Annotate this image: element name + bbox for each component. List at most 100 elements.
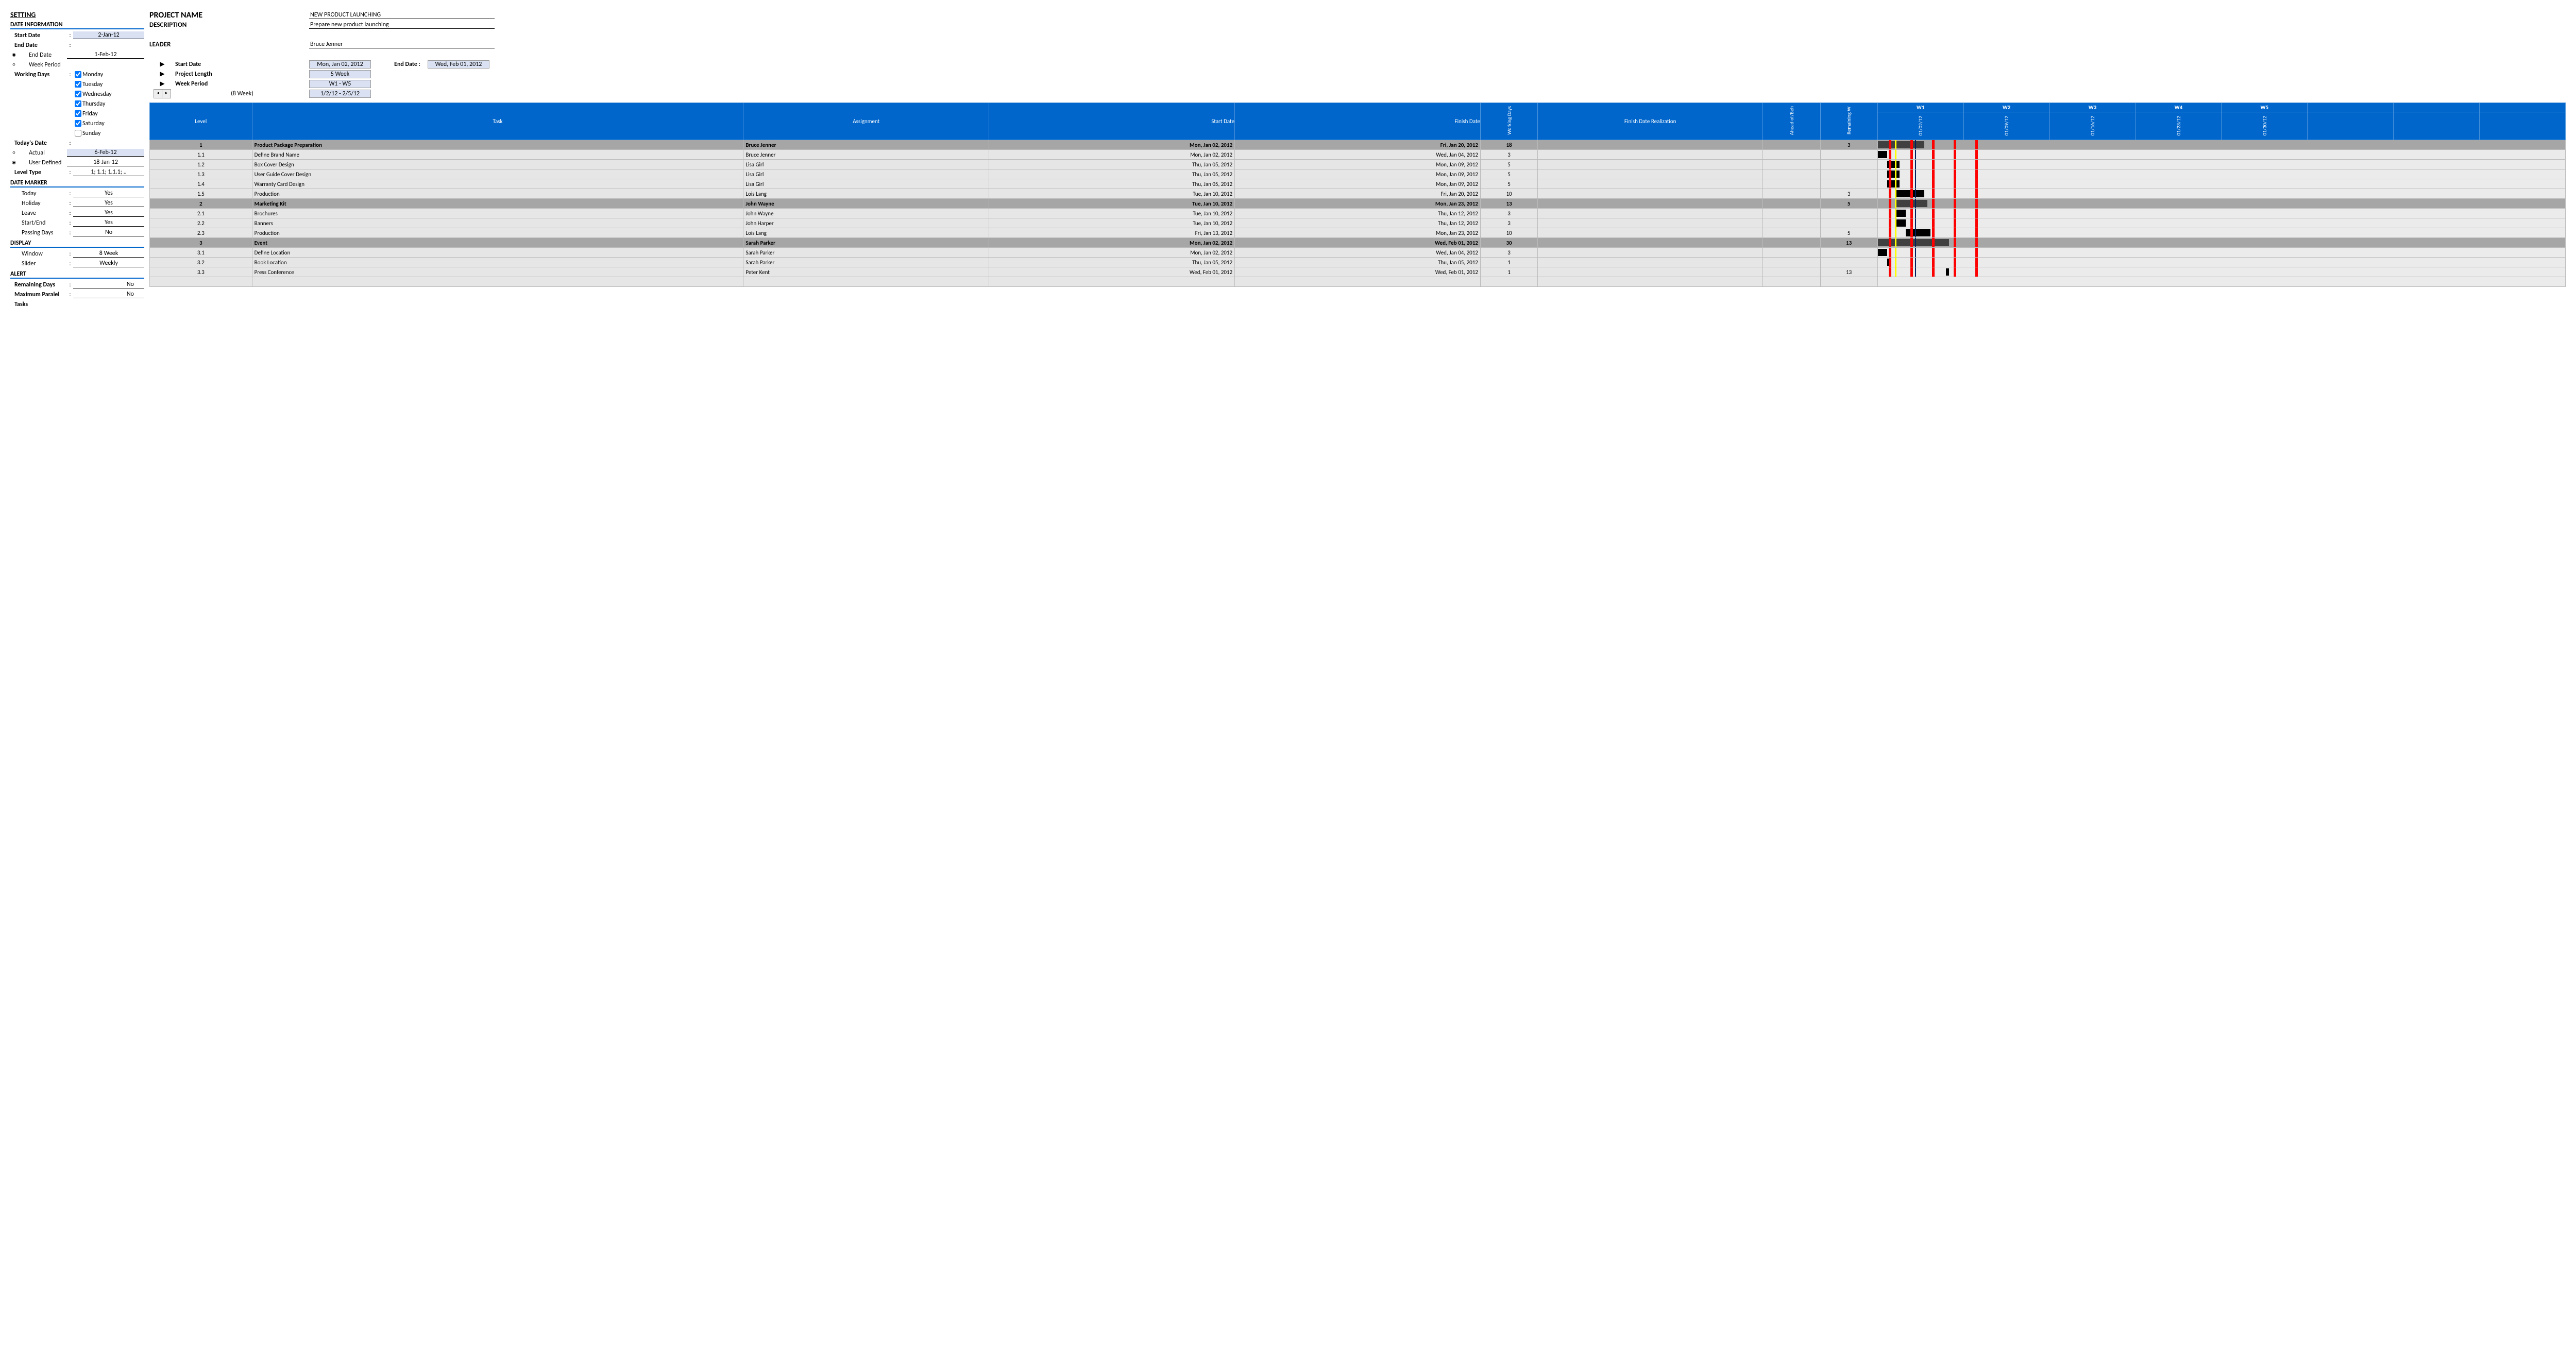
leave-marker-value[interactable]: Yes <box>73 209 144 217</box>
cell-finish[interactable]: Wed, Jan 04, 2012 <box>1235 150 1481 160</box>
cell-finish-realization[interactable] <box>1538 258 1763 267</box>
cell-assignment[interactable]: Bruce Jenner <box>743 150 989 160</box>
cell-task[interactable]: Warranty Card Design <box>252 179 743 189</box>
cell-finish[interactable]: Mon, Jan 09, 2012 <box>1235 169 1481 179</box>
cell-finish-realization[interactable] <box>1538 248 1763 258</box>
scroll-left-button[interactable]: ◂ <box>154 90 162 98</box>
cell-finish[interactable]: Mon, Jan 23, 2012 <box>1235 199 1481 209</box>
cell-finish-realization[interactable] <box>1538 218 1763 228</box>
cell-start[interactable]: Thu, Jan 05, 2012 <box>989 179 1235 189</box>
cell-finish[interactable]: Fri, Jan 20, 2012 <box>1235 189 1481 199</box>
cell-task[interactable]: Product Package Preparation <box>252 140 743 150</box>
day-check-2[interactable] <box>75 91 81 97</box>
cell-start[interactable]: Mon, Jan 02, 2012 <box>989 150 1235 160</box>
cell-assignment[interactable]: Peter Kent <box>743 267 989 277</box>
description-value[interactable]: Prepare new product launching <box>309 21 495 29</box>
cell-start[interactable]: Mon, Jan 02, 2012 <box>989 238 1235 248</box>
cell-start[interactable]: Thu, Jan 05, 2012 <box>989 169 1235 179</box>
cell-start[interactable]: Thu, Jan 05, 2012 <box>989 258 1235 267</box>
cell-task[interactable]: Box Cover Design <box>252 160 743 169</box>
day-check-1[interactable] <box>75 81 81 88</box>
cell-assignment[interactable]: John Wayne <box>743 209 989 218</box>
cell-finish-realization[interactable] <box>1538 238 1763 248</box>
cell-task[interactable]: Book Location <box>252 258 743 267</box>
gantt-bar[interactable] <box>1896 210 1906 217</box>
cell-start[interactable]: Thu, Jan 05, 2012 <box>989 160 1235 169</box>
scroll-right-button[interactable]: ▸ <box>162 90 171 98</box>
slider-value[interactable]: Weekly <box>73 260 144 267</box>
holiday-marker-value[interactable]: Yes <box>73 199 144 207</box>
cell-finish-realization[interactable] <box>1538 267 1763 277</box>
gantt-bar[interactable] <box>1878 141 1924 148</box>
cell-finish[interactable]: Fri, Jan 20, 2012 <box>1235 140 1481 150</box>
gantt-bar[interactable] <box>1946 268 1949 276</box>
cell-start[interactable]: Tue, Jan 10, 2012 <box>989 218 1235 228</box>
cell-task[interactable]: Production <box>252 228 743 238</box>
passing-marker-value[interactable]: No <box>73 229 144 236</box>
day-check-3[interactable] <box>75 100 81 107</box>
cell-finish-realization[interactable] <box>1538 160 1763 169</box>
leader-value[interactable]: Bruce Jenner <box>309 41 495 48</box>
cell-finish[interactable]: Mon, Jan 23, 2012 <box>1235 228 1481 238</box>
cell-task[interactable]: Production <box>252 189 743 199</box>
start-date-value[interactable]: 2-Jan-12 <box>73 31 144 39</box>
cell-assignment[interactable]: John Harper <box>743 218 989 228</box>
cell-finish-realization[interactable] <box>1538 228 1763 238</box>
day-check-5[interactable] <box>75 120 81 127</box>
level-type-value[interactable]: 1; 1.1; 1.1.1; .. <box>73 168 144 176</box>
cell-start[interactable]: Tue, Jan 10, 2012 <box>989 189 1235 199</box>
cell-assignment[interactable]: Lisa Girl <box>743 179 989 189</box>
end-date-value[interactable]: 1-Feb-12 <box>67 51 144 59</box>
cell-finish-realization[interactable] <box>1538 199 1763 209</box>
gantt-bar[interactable] <box>1906 229 1930 236</box>
cell-finish[interactable]: Wed, Feb 01, 2012 <box>1235 238 1481 248</box>
day-check-6[interactable] <box>75 130 81 137</box>
cell-finish[interactable]: Thu, Jan 12, 2012 <box>1235 218 1481 228</box>
cell-start[interactable]: Fri, Jan 13, 2012 <box>989 228 1235 238</box>
cell-task[interactable]: Define Brand Name <box>252 150 743 160</box>
cell-finish[interactable]: Wed, Feb 01, 2012 <box>1235 267 1481 277</box>
maxpar-value[interactable]: No <box>73 291 144 298</box>
cell-finish[interactable]: Thu, Jan 12, 2012 <box>1235 209 1481 218</box>
cell-finish-realization[interactable] <box>1538 209 1763 218</box>
startend-marker-value[interactable]: Yes <box>73 219 144 227</box>
cell-start[interactable]: Mon, Jan 02, 2012 <box>989 140 1235 150</box>
gantt-bar[interactable] <box>1878 249 1887 256</box>
cell-finish-realization[interactable] <box>1538 150 1763 160</box>
userdef-radio[interactable]: ◉ <box>10 160 18 165</box>
cell-assignment[interactable]: Sarah Parker <box>743 248 989 258</box>
gantt-bar[interactable] <box>1878 151 1887 158</box>
cell-assignment[interactable]: Lisa Girl <box>743 160 989 169</box>
day-check-0[interactable] <box>75 71 81 78</box>
cell-assignment[interactable]: Bruce Jenner <box>743 140 989 150</box>
cell-finish-realization[interactable] <box>1538 179 1763 189</box>
cell-start[interactable]: Tue, Jan 10, 2012 <box>989 209 1235 218</box>
cell-task[interactable]: Marketing Kit <box>252 199 743 209</box>
userdef-value[interactable]: 18-Jan-12 <box>67 159 144 166</box>
cell-task[interactable]: Event <box>252 238 743 248</box>
cell-finish-realization[interactable] <box>1538 169 1763 179</box>
cell-task[interactable]: Banners <box>252 218 743 228</box>
cell-task[interactable]: Press Conference <box>252 267 743 277</box>
cell-assignment[interactable]: Sarah Parker <box>743 258 989 267</box>
today-marker-value[interactable]: Yes <box>73 190 144 197</box>
remaining-value[interactable]: No <box>73 281 144 288</box>
cell-start[interactable]: Mon, Jan 02, 2012 <box>989 248 1235 258</box>
cell-task[interactable]: Define Location <box>252 248 743 258</box>
window-value[interactable]: 8 Week <box>73 250 144 258</box>
cell-finish[interactable]: Wed, Jan 04, 2012 <box>1235 248 1481 258</box>
cell-start[interactable]: Wed, Feb 01, 2012 <box>989 267 1235 277</box>
cell-finish[interactable]: Thu, Jan 05, 2012 <box>1235 258 1481 267</box>
cell-assignment[interactable]: John Wayne <box>743 199 989 209</box>
cell-assignment[interactable]: Lisa Girl <box>743 169 989 179</box>
gantt-bar[interactable] <box>1896 219 1906 227</box>
cell-finish[interactable]: Mon, Jan 09, 2012 <box>1235 160 1481 169</box>
day-check-4[interactable] <box>75 110 81 117</box>
cell-assignment[interactable]: Sarah Parker <box>743 238 989 248</box>
cell-finish[interactable]: Mon, Jan 09, 2012 <box>1235 179 1481 189</box>
cell-finish-realization[interactable] <box>1538 140 1763 150</box>
week-period-radio[interactable]: ○ <box>10 62 18 67</box>
cell-assignment[interactable]: Lois Lang <box>743 189 989 199</box>
end-date-radio[interactable]: ◉ <box>10 52 18 58</box>
cell-assignment[interactable]: Lois Lang <box>743 228 989 238</box>
